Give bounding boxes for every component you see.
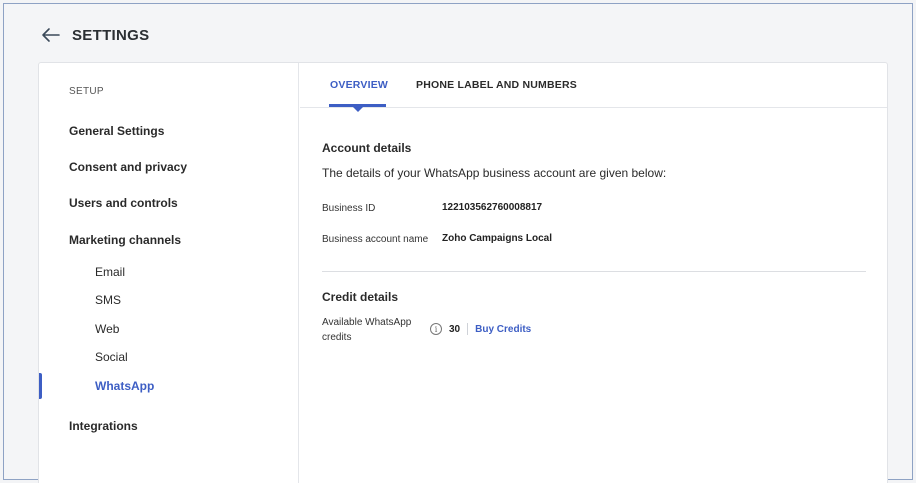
sidebar-item-consent-privacy[interactable]: Consent and privacy xyxy=(69,160,187,174)
sidebar-subitem-email[interactable]: Email xyxy=(95,265,125,279)
back-arrow-icon xyxy=(42,28,60,42)
main-content: OVERVIEW PHONE LABEL AND NUMBERS Account… xyxy=(300,63,887,483)
credit-details-title: Credit details xyxy=(322,290,399,304)
app-frame: SETTINGS SETUP General Settings Consent … xyxy=(3,3,913,483)
credits-separator xyxy=(467,323,469,335)
page-header: SETTINGS xyxy=(40,22,149,48)
back-button[interactable] xyxy=(40,24,62,46)
available-credits-label: Available WhatsApp credits xyxy=(322,315,411,345)
business-id-label: Business ID xyxy=(322,203,376,214)
sidebar-heading: SETUP xyxy=(69,86,104,97)
credits-row: i 30 Buy Credits xyxy=(430,323,531,335)
tab-bar: OVERVIEW PHONE LABEL AND NUMBERS xyxy=(300,63,887,112)
info-icon[interactable]: i xyxy=(430,323,442,335)
sidebar-item-general-settings[interactable]: General Settings xyxy=(69,124,164,138)
business-id-value: 122103562760008817 xyxy=(442,202,543,213)
available-credits-label-line2: credits xyxy=(322,332,352,343)
business-name-value: Zoho Campaigns Local xyxy=(442,233,553,244)
sidebar-subitem-sms[interactable]: SMS xyxy=(95,293,121,307)
available-credits-label-line1: Available WhatsApp xyxy=(322,317,412,328)
sidebar-subitem-social[interactable]: Social xyxy=(95,350,128,364)
active-tab-caret xyxy=(353,107,363,112)
active-indicator xyxy=(39,373,42,399)
sidebar-subitem-web[interactable]: Web xyxy=(95,322,119,336)
section-divider xyxy=(322,271,866,272)
sidebar-item-marketing-channels[interactable]: Marketing channels xyxy=(69,233,181,247)
credit-count: 30 xyxy=(449,323,461,335)
sidebar-item-integrations[interactable]: Integrations xyxy=(69,419,138,433)
business-name-label: Business account name xyxy=(322,234,429,245)
page-title: SETTINGS xyxy=(72,26,150,44)
buy-credits-link[interactable]: Buy Credits xyxy=(475,324,531,335)
sidebar-item-users-controls[interactable]: Users and controls xyxy=(69,196,178,210)
tab-phone-label-numbers[interactable]: PHONE LABEL AND NUMBERS xyxy=(416,79,577,91)
tab-overview[interactable]: OVERVIEW xyxy=(330,79,388,91)
settings-card: SETUP General Settings Consent and priva… xyxy=(38,62,888,483)
account-description: The details of your WhatsApp business ac… xyxy=(322,166,667,180)
settings-sidebar: SETUP General Settings Consent and priva… xyxy=(39,63,299,483)
account-details-title: Account details xyxy=(322,141,412,155)
sidebar-subitem-whatsapp[interactable]: WhatsApp xyxy=(95,379,154,393)
